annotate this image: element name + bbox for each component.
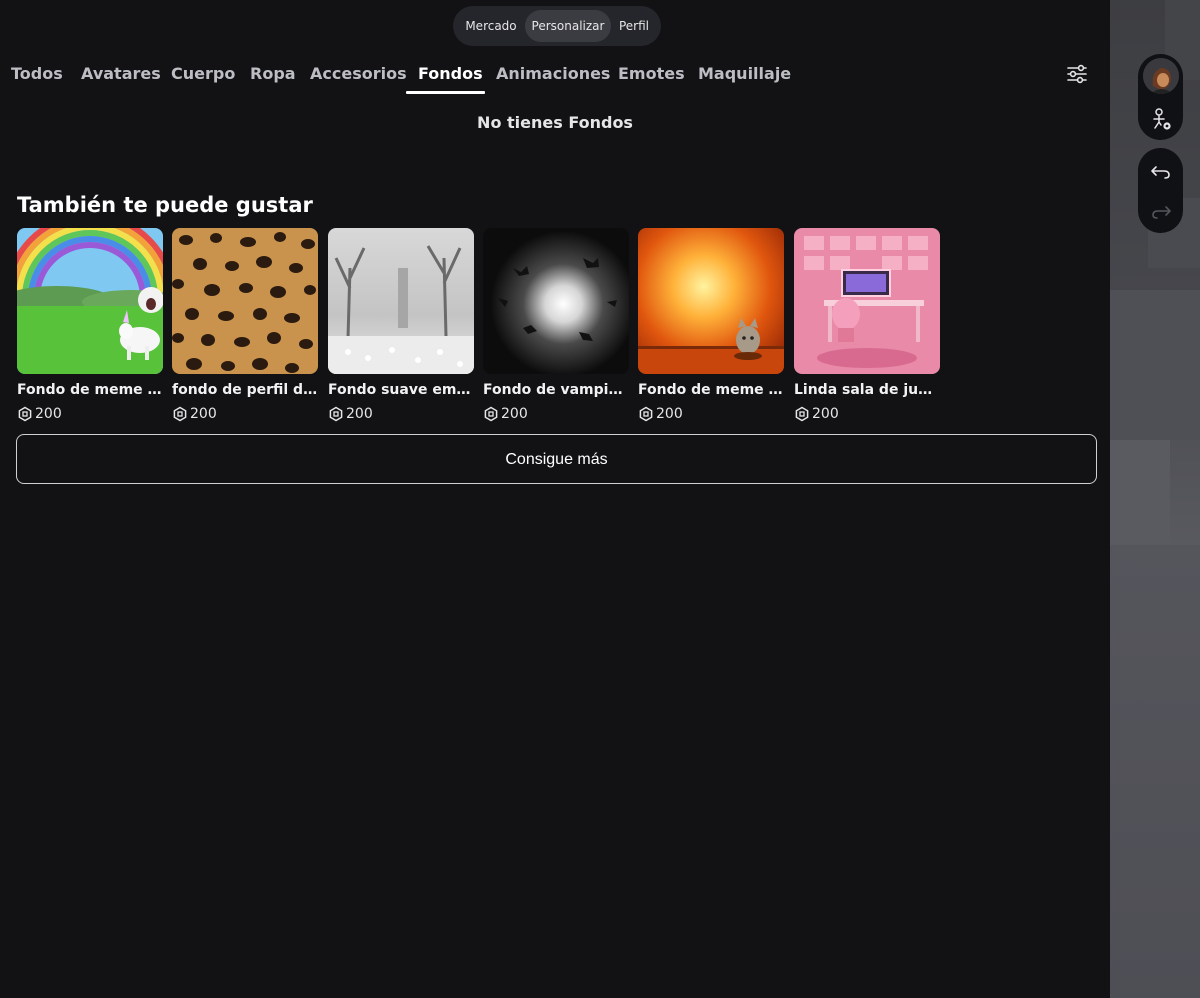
robux-icon	[639, 406, 653, 422]
item-name: fondo de perfil de …	[172, 382, 318, 398]
scene-wall-block	[1110, 290, 1200, 440]
tab-ropa[interactable]: Ropa	[250, 62, 296, 86]
item-thumbnail	[638, 228, 784, 374]
item-thumbnail	[172, 228, 318, 374]
nav-perfil[interactable]: Perfil	[613, 10, 655, 42]
tab-accesorios[interactable]: Accesorios	[310, 62, 407, 86]
tab-animaciones[interactable]: Animaciones	[496, 62, 610, 86]
avatar-settings-icon	[1153, 108, 1171, 130]
robux-icon	[329, 406, 343, 422]
tab-avatares[interactable]: Avatares	[81, 62, 161, 86]
item-price-value: 200	[346, 406, 373, 422]
item-thumbnail	[483, 228, 629, 374]
nav-mercado[interactable]: Mercado	[459, 10, 523, 42]
item-card[interactable]: fondo de perfil de … 200	[172, 228, 318, 428]
item-thumbnail	[17, 228, 163, 374]
undo-button[interactable]	[1148, 158, 1174, 184]
item-price-value: 200	[656, 406, 683, 422]
item-name: Linda sala de jueg…	[794, 382, 940, 398]
robux-icon	[173, 406, 187, 422]
item-card[interactable]: Fondo suave emo … 200	[328, 228, 474, 428]
sliders-icon	[1067, 64, 1087, 84]
avatar-settings-button[interactable]	[1148, 106, 1174, 132]
item-price: 200	[794, 405, 839, 423]
item-price-value: 200	[501, 406, 528, 422]
tab-todos[interactable]: Todos	[11, 62, 63, 86]
item-price: 200	[638, 405, 683, 423]
nav-personalizar[interactable]: Personalizar	[525, 10, 611, 42]
item-name: Fondo de vampiro …	[483, 382, 629, 398]
item-price: 200	[172, 405, 217, 423]
catalog-panel	[0, 0, 1110, 998]
item-price: 200	[483, 405, 528, 423]
item-name: Fondo de meme li…	[638, 382, 784, 398]
item-thumbnail	[328, 228, 474, 374]
item-card[interactable]: Fondo de vampiro … 200	[483, 228, 629, 428]
item-name: Fondo suave emo …	[328, 382, 474, 398]
avatar-image	[1143, 58, 1179, 94]
scene-floor	[1110, 545, 1200, 998]
item-name: Fondo de meme d…	[17, 382, 163, 398]
item-price: 200	[17, 405, 62, 423]
avatar-thumbnail[interactable]	[1143, 58, 1179, 94]
redo-button[interactable]	[1148, 198, 1174, 224]
item-thumbnail	[794, 228, 940, 374]
item-card[interactable]: Linda sala de jueg… 200	[794, 228, 940, 428]
recommendations-title: También te puede gustar	[17, 193, 313, 217]
undo-icon	[1151, 166, 1170, 179]
item-card[interactable]: Fondo de meme d… 200	[17, 228, 163, 428]
robux-icon	[795, 406, 809, 422]
tab-emotes[interactable]: Emotes	[618, 62, 685, 86]
filter-button[interactable]	[1062, 60, 1092, 88]
empty-state-message: No tienes Fondos	[477, 113, 633, 132]
item-price-value: 200	[35, 406, 62, 422]
item-price-value: 200	[190, 406, 217, 422]
robux-icon	[484, 406, 498, 422]
tab-fondos[interactable]: Fondos	[418, 62, 483, 86]
redo-icon	[1152, 206, 1171, 219]
item-price: 200	[328, 405, 373, 423]
item-card[interactable]: Fondo de meme li… 200	[638, 228, 784, 428]
robux-icon	[18, 406, 32, 422]
active-tab-indicator	[406, 91, 485, 94]
top-segmented-nav: Mercado Personalizar Perfil	[453, 6, 661, 46]
get-more-button[interactable]: Consigue más	[16, 434, 1097, 484]
tab-maquillaje[interactable]: Maquillaje	[698, 62, 791, 86]
tab-cuerpo[interactable]: Cuerpo	[171, 62, 235, 86]
scene-step-block	[1110, 440, 1170, 545]
item-price-value: 200	[812, 406, 839, 422]
